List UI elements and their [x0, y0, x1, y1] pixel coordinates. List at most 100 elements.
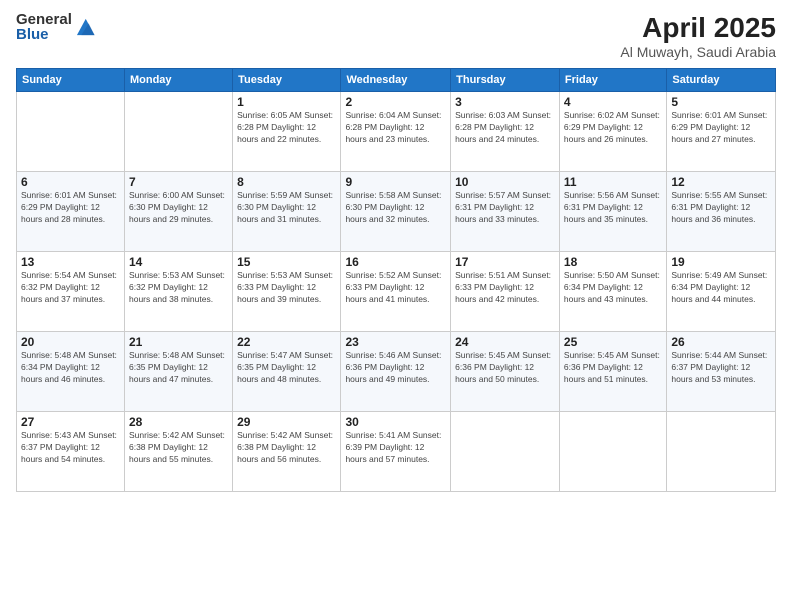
calendar-cell: 16Sunrise: 5:52 AM Sunset: 6:33 PM Dayli… — [341, 252, 451, 332]
calendar-cell: 17Sunrise: 5:51 AM Sunset: 6:33 PM Dayli… — [451, 252, 560, 332]
day-info: Sunrise: 6:03 AM Sunset: 6:28 PM Dayligh… — [455, 110, 555, 146]
day-info: Sunrise: 6:02 AM Sunset: 6:29 PM Dayligh… — [564, 110, 662, 146]
day-number: 24 — [455, 335, 555, 349]
calendar-week-4: 27Sunrise: 5:43 AM Sunset: 6:37 PM Dayli… — [17, 412, 776, 492]
calendar-cell — [559, 412, 666, 492]
day-number: 22 — [237, 335, 336, 349]
calendar-week-3: 20Sunrise: 5:48 AM Sunset: 6:34 PM Dayli… — [17, 332, 776, 412]
calendar-cell: 9Sunrise: 5:58 AM Sunset: 6:30 PM Daylig… — [341, 172, 451, 252]
day-number: 5 — [671, 95, 771, 109]
calendar-week-2: 13Sunrise: 5:54 AM Sunset: 6:32 PM Dayli… — [17, 252, 776, 332]
day-number: 20 — [21, 335, 120, 349]
calendar-header-monday: Monday — [124, 69, 232, 92]
day-number: 1 — [237, 95, 336, 109]
day-info: Sunrise: 5:48 AM Sunset: 6:34 PM Dayligh… — [21, 350, 120, 386]
day-number: 19 — [671, 255, 771, 269]
calendar-cell: 30Sunrise: 5:41 AM Sunset: 6:39 PM Dayli… — [341, 412, 451, 492]
title-section: April 2025 Al Muwayh, Saudi Arabia — [620, 12, 776, 60]
day-info: Sunrise: 5:51 AM Sunset: 6:33 PM Dayligh… — [455, 270, 555, 306]
title-month: April 2025 — [620, 12, 776, 44]
day-info: Sunrise: 5:55 AM Sunset: 6:31 PM Dayligh… — [671, 190, 771, 226]
calendar-cell: 8Sunrise: 5:59 AM Sunset: 6:30 PM Daylig… — [233, 172, 341, 252]
day-number: 17 — [455, 255, 555, 269]
calendar-week-1: 6Sunrise: 6:01 AM Sunset: 6:29 PM Daylig… — [17, 172, 776, 252]
day-number: 15 — [237, 255, 336, 269]
calendar-header-tuesday: Tuesday — [233, 69, 341, 92]
day-info: Sunrise: 6:05 AM Sunset: 6:28 PM Dayligh… — [237, 110, 336, 146]
calendar-cell: 23Sunrise: 5:46 AM Sunset: 6:36 PM Dayli… — [341, 332, 451, 412]
calendar-cell: 28Sunrise: 5:42 AM Sunset: 6:38 PM Dayli… — [124, 412, 232, 492]
calendar-cell: 2Sunrise: 6:04 AM Sunset: 6:28 PM Daylig… — [341, 92, 451, 172]
day-info: Sunrise: 5:42 AM Sunset: 6:38 PM Dayligh… — [237, 430, 336, 466]
calendar-cell — [17, 92, 125, 172]
day-info: Sunrise: 5:44 AM Sunset: 6:37 PM Dayligh… — [671, 350, 771, 386]
calendar-cell: 24Sunrise: 5:45 AM Sunset: 6:36 PM Dayli… — [451, 332, 560, 412]
day-info: Sunrise: 5:53 AM Sunset: 6:32 PM Dayligh… — [129, 270, 228, 306]
day-number: 14 — [129, 255, 228, 269]
day-info: Sunrise: 5:53 AM Sunset: 6:33 PM Dayligh… — [237, 270, 336, 306]
day-number: 30 — [345, 415, 446, 429]
calendar-cell — [667, 412, 776, 492]
calendar-cell: 1Sunrise: 6:05 AM Sunset: 6:28 PM Daylig… — [233, 92, 341, 172]
page: General Blue April 2025 Al Muwayh, Saudi… — [0, 0, 792, 612]
day-number: 6 — [21, 175, 120, 189]
day-info: Sunrise: 6:01 AM Sunset: 6:29 PM Dayligh… — [21, 190, 120, 226]
day-number: 27 — [21, 415, 120, 429]
calendar-cell: 26Sunrise: 5:44 AM Sunset: 6:37 PM Dayli… — [667, 332, 776, 412]
logo: General Blue — [16, 12, 96, 42]
calendar-cell: 20Sunrise: 5:48 AM Sunset: 6:34 PM Dayli… — [17, 332, 125, 412]
day-info: Sunrise: 5:49 AM Sunset: 6:34 PM Dayligh… — [671, 270, 771, 306]
day-info: Sunrise: 5:54 AM Sunset: 6:32 PM Dayligh… — [21, 270, 120, 306]
calendar-cell: 29Sunrise: 5:42 AM Sunset: 6:38 PM Dayli… — [233, 412, 341, 492]
day-number: 10 — [455, 175, 555, 189]
calendar-header-thursday: Thursday — [451, 69, 560, 92]
day-info: Sunrise: 5:58 AM Sunset: 6:30 PM Dayligh… — [345, 190, 446, 226]
day-number: 18 — [564, 255, 662, 269]
calendar-cell: 21Sunrise: 5:48 AM Sunset: 6:35 PM Dayli… — [124, 332, 232, 412]
day-number: 8 — [237, 175, 336, 189]
calendar-cell: 25Sunrise: 5:45 AM Sunset: 6:36 PM Dayli… — [559, 332, 666, 412]
day-number: 2 — [345, 95, 446, 109]
day-info: Sunrise: 5:45 AM Sunset: 6:36 PM Dayligh… — [455, 350, 555, 386]
calendar-cell: 18Sunrise: 5:50 AM Sunset: 6:34 PM Dayli… — [559, 252, 666, 332]
calendar-cell: 19Sunrise: 5:49 AM Sunset: 6:34 PM Dayli… — [667, 252, 776, 332]
day-info: Sunrise: 5:56 AM Sunset: 6:31 PM Dayligh… — [564, 190, 662, 226]
calendar-cell: 10Sunrise: 5:57 AM Sunset: 6:31 PM Dayli… — [451, 172, 560, 252]
calendar-cell: 13Sunrise: 5:54 AM Sunset: 6:32 PM Dayli… — [17, 252, 125, 332]
day-number: 23 — [345, 335, 446, 349]
day-info: Sunrise: 5:59 AM Sunset: 6:30 PM Dayligh… — [237, 190, 336, 226]
day-number: 21 — [129, 335, 228, 349]
day-info: Sunrise: 5:50 AM Sunset: 6:34 PM Dayligh… — [564, 270, 662, 306]
calendar-cell — [124, 92, 232, 172]
calendar-cell: 27Sunrise: 5:43 AM Sunset: 6:37 PM Dayli… — [17, 412, 125, 492]
calendar-cell: 4Sunrise: 6:02 AM Sunset: 6:29 PM Daylig… — [559, 92, 666, 172]
day-info: Sunrise: 6:01 AM Sunset: 6:29 PM Dayligh… — [671, 110, 771, 146]
calendar-table: SundayMondayTuesdayWednesdayThursdayFrid… — [16, 68, 776, 492]
calendar-cell: 14Sunrise: 5:53 AM Sunset: 6:32 PM Dayli… — [124, 252, 232, 332]
day-number: 26 — [671, 335, 771, 349]
calendar-cell: 7Sunrise: 6:00 AM Sunset: 6:30 PM Daylig… — [124, 172, 232, 252]
day-number: 9 — [345, 175, 446, 189]
logo-text: General Blue — [16, 12, 72, 42]
logo-icon — [74, 16, 96, 38]
day-number: 29 — [237, 415, 336, 429]
day-info: Sunrise: 6:00 AM Sunset: 6:30 PM Dayligh… — [129, 190, 228, 226]
day-number: 7 — [129, 175, 228, 189]
calendar-cell — [451, 412, 560, 492]
header: General Blue April 2025 Al Muwayh, Saudi… — [16, 12, 776, 60]
day-number: 4 — [564, 95, 662, 109]
calendar-week-0: 1Sunrise: 6:05 AM Sunset: 6:28 PM Daylig… — [17, 92, 776, 172]
calendar-header-wednesday: Wednesday — [341, 69, 451, 92]
calendar-cell: 5Sunrise: 6:01 AM Sunset: 6:29 PM Daylig… — [667, 92, 776, 172]
day-number: 25 — [564, 335, 662, 349]
title-location: Al Muwayh, Saudi Arabia — [620, 44, 776, 60]
calendar-cell: 6Sunrise: 6:01 AM Sunset: 6:29 PM Daylig… — [17, 172, 125, 252]
calendar-header-saturday: Saturday — [667, 69, 776, 92]
day-number: 3 — [455, 95, 555, 109]
logo-blue: Blue — [16, 27, 72, 42]
day-info: Sunrise: 5:42 AM Sunset: 6:38 PM Dayligh… — [129, 430, 228, 466]
calendar-cell: 15Sunrise: 5:53 AM Sunset: 6:33 PM Dayli… — [233, 252, 341, 332]
day-number: 28 — [129, 415, 228, 429]
day-number: 12 — [671, 175, 771, 189]
day-info: Sunrise: 5:46 AM Sunset: 6:36 PM Dayligh… — [345, 350, 446, 386]
